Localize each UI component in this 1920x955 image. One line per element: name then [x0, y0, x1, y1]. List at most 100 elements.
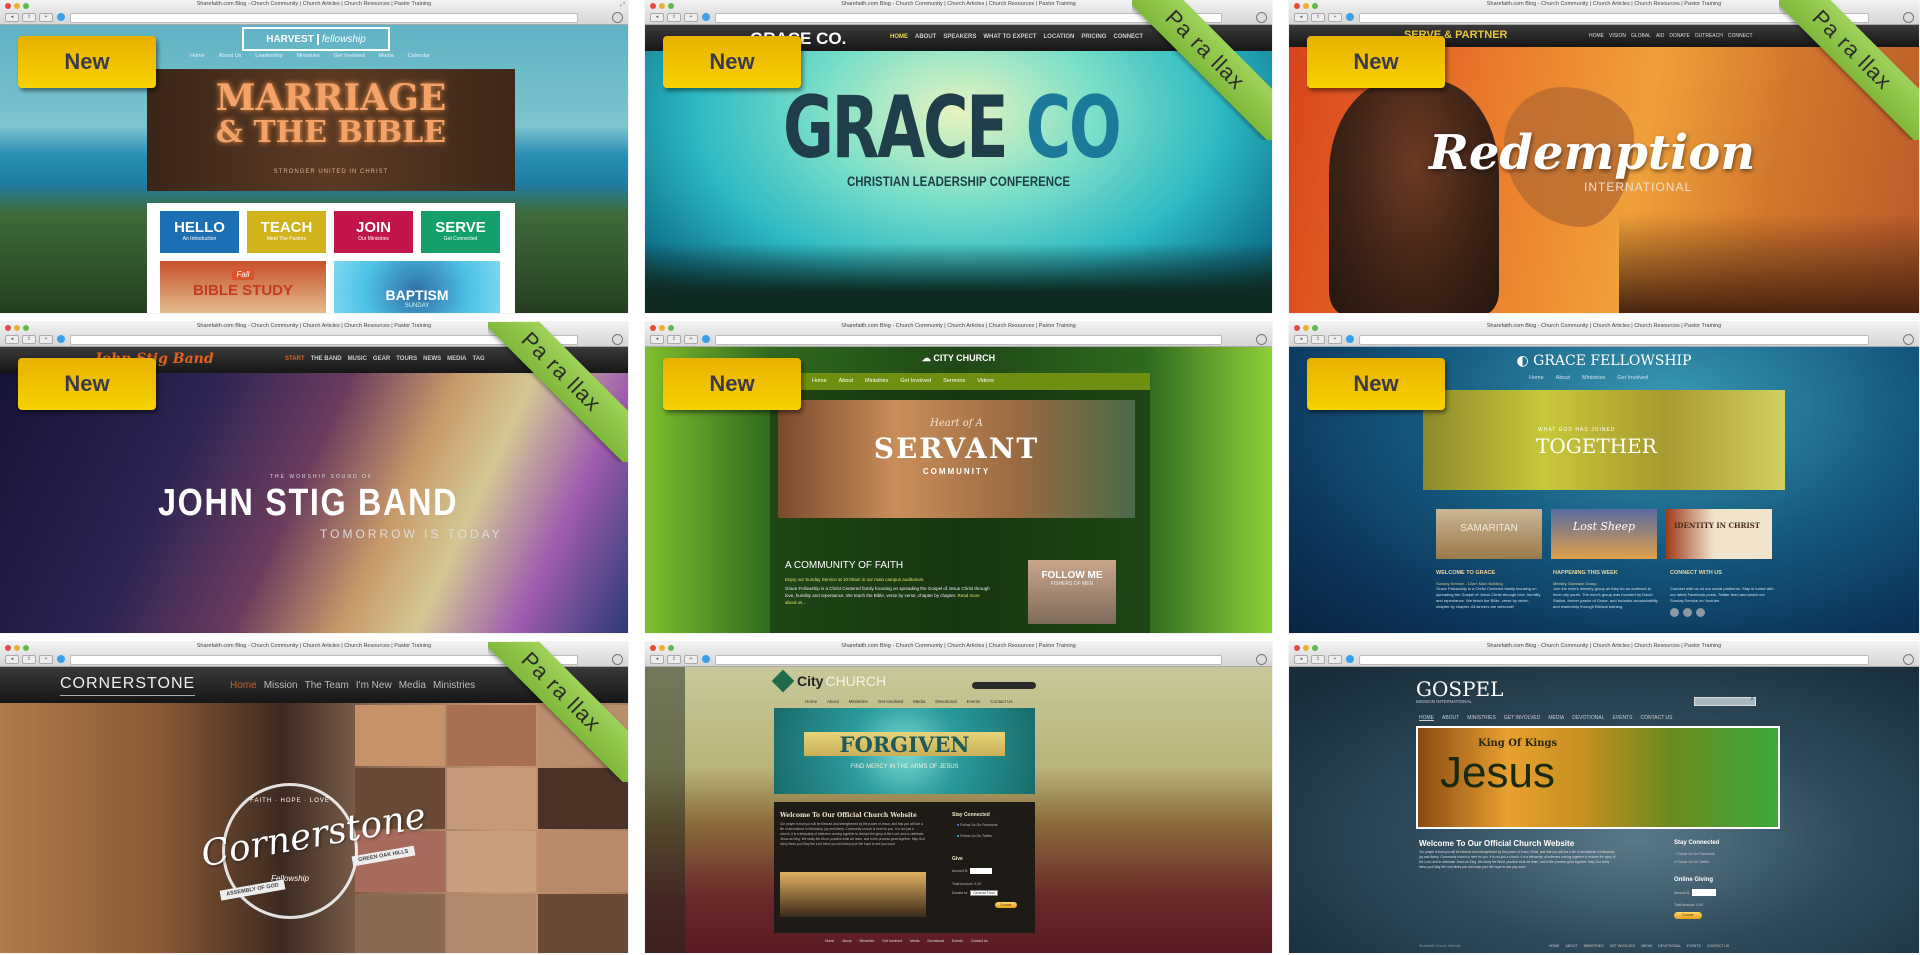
- template-tile-redemption-international[interactable]: Sharefaith.com Blog - Church Community |…: [1289, 0, 1919, 313]
- share-icon[interactable]: ⇪: [22, 655, 36, 664]
- add-icon[interactable]: +: [39, 335, 53, 344]
- template-tile-grace-fellowship[interactable]: Sharefaith.com Blog - Church Community |…: [1289, 322, 1919, 633]
- fullscreen-icon[interactable]: ⤢: [620, 2, 625, 9]
- promo-bible-study[interactable]: Fall BIBLE STUDY: [160, 261, 326, 313]
- nav-item: Get Involved: [877, 699, 904, 704]
- favicon-icon: [57, 655, 65, 663]
- box-serve[interactable]: SERVE Get Connected: [421, 211, 500, 253]
- donate-to-select[interactable]: General Fund: [970, 890, 998, 896]
- footer-link[interactable]: HOME: [1549, 944, 1560, 948]
- add-icon[interactable]: +: [39, 13, 53, 22]
- footer-link[interactable]: Events: [952, 939, 963, 943]
- nav-item: LOCATION: [1043, 34, 1075, 40]
- donate-button[interactable]: Donate: [995, 902, 1017, 908]
- box-teach[interactable]: TEACH Meet The Pastors: [247, 211, 326, 253]
- add-icon[interactable]: +: [684, 335, 698, 344]
- video-thumbnail[interactable]: [780, 872, 926, 917]
- back-icon[interactable]: ◂: [5, 655, 19, 664]
- card-samaritan[interactable]: SAMARITAN: [1436, 509, 1542, 559]
- share-icon[interactable]: ⇪: [22, 335, 36, 344]
- template-tile-john-stig-band[interactable]: Sharefaith.com Blog - Church Community |…: [0, 322, 628, 633]
- footer-link[interactable]: Get Involved: [882, 939, 902, 943]
- share-icon[interactable]: ⇪: [1311, 335, 1325, 344]
- card-lost-sheep[interactable]: Lost Sheep: [1551, 509, 1657, 559]
- back-icon[interactable]: ◂: [650, 13, 664, 22]
- address-bar[interactable]: [715, 655, 1222, 665]
- site-logo: GOSPEL: [1416, 677, 1504, 701]
- back-icon[interactable]: ◂: [5, 13, 19, 22]
- back-icon[interactable]: ◂: [650, 335, 664, 344]
- twitter-link[interactable]: ■ Follow Us On Twitter: [957, 834, 992, 838]
- add-icon[interactable]: +: [39, 655, 53, 664]
- hero-banner: King Of Kings Jesus: [1416, 726, 1780, 829]
- box-hello[interactable]: HELLO An Introduction: [160, 211, 239, 253]
- gear-icon[interactable]: [1256, 654, 1267, 665]
- template-tile-cornerstone[interactable]: Sharefaith.com Blog - Church Community |…: [0, 642, 628, 953]
- amount-input[interactable]: [969, 868, 992, 874]
- donate-button[interactable]: Donate: [1674, 912, 1702, 919]
- promo-follow-me[interactable]: FOLLOW ME FISHERS OF MEN: [1028, 560, 1116, 624]
- search-input[interactable]: [972, 682, 1036, 689]
- template-tile-city-church-green[interactable]: Sharefaith.com Blog - Church Community |…: [645, 322, 1272, 633]
- gear-icon[interactable]: [1256, 334, 1267, 345]
- footer-link[interactable]: Devotional: [927, 939, 944, 943]
- add-icon[interactable]: +: [1328, 655, 1342, 664]
- footer-link[interactable]: MINISTRIES: [1584, 944, 1604, 948]
- promo-baptism[interactable]: BAPTISM SUNDAY: [334, 261, 500, 313]
- twitter-icon[interactable]: [1683, 608, 1692, 617]
- share-icon[interactable]: ⇪: [1311, 13, 1325, 22]
- back-icon[interactable]: ◂: [1294, 335, 1308, 344]
- back-icon[interactable]: ◂: [650, 655, 664, 664]
- footer-link[interactable]: GET INVOLVED: [1610, 944, 1636, 948]
- footer-link[interactable]: MEDIA: [1641, 944, 1652, 948]
- box-join[interactable]: JOIN Our Ministries: [334, 211, 413, 253]
- give-title: Give: [952, 856, 963, 862]
- add-icon[interactable]: +: [684, 655, 698, 664]
- share-icon[interactable]: ⇪: [1311, 655, 1325, 664]
- address-bar[interactable]: [715, 335, 1222, 345]
- footer-link[interactable]: Contact Us: [971, 939, 988, 943]
- address-bar[interactable]: [1359, 335, 1869, 345]
- back-icon[interactable]: ◂: [1294, 13, 1308, 22]
- facebook-link[interactable]: ■ Follow Us On Facebook: [1674, 852, 1714, 856]
- nav-item: Home: [190, 53, 205, 59]
- search-icon: ⌕: [1750, 696, 1754, 702]
- footer-link[interactable]: CONTACT US: [1707, 944, 1729, 948]
- facebook-icon[interactable]: [1696, 608, 1705, 617]
- share-icon[interactable]: ⇪: [667, 655, 681, 664]
- address-bar[interactable]: [70, 13, 578, 23]
- share-icon[interactable]: ⇪: [667, 13, 681, 22]
- footer-link[interactable]: About: [842, 939, 851, 943]
- youtube-icon[interactable]: [1670, 608, 1679, 617]
- add-icon[interactable]: +: [684, 13, 698, 22]
- search-input[interactable]: ⌕: [1694, 696, 1756, 706]
- back-icon[interactable]: ◂: [1294, 655, 1308, 664]
- footer-link[interactable]: Home: [825, 939, 834, 943]
- nav-item: Calendar: [407, 53, 430, 59]
- footer-link[interactable]: ABOUT: [1566, 944, 1578, 948]
- footer-link[interactable]: Media: [910, 939, 920, 943]
- template-tile-gospel-mission[interactable]: Sharefaith.com Blog - Church Community |…: [1289, 642, 1919, 953]
- add-icon[interactable]: +: [1328, 335, 1342, 344]
- add-icon[interactable]: +: [1328, 13, 1342, 22]
- template-tile-harvest-fellowship[interactable]: Sharefaith.com Blog - Church Community |…: [0, 0, 628, 313]
- card-identity-in-christ[interactable]: IDENTITY IN CHRIST: [1666, 509, 1772, 559]
- template-tile-city-church-forgiven[interactable]: Sharefaith.com Blog - Church Community |…: [645, 642, 1272, 953]
- parallax-ribbon: Pa ra llax: [1132, 0, 1272, 140]
- gear-icon[interactable]: [612, 12, 623, 23]
- back-icon[interactable]: ◂: [5, 335, 19, 344]
- facebook-link[interactable]: ■ Follow Us On Facebook: [957, 823, 997, 827]
- share-icon[interactable]: ⇪: [22, 13, 36, 22]
- twitter-link[interactable]: ■ Follow Us On Twitter: [1674, 860, 1709, 864]
- address-bar[interactable]: [1359, 655, 1869, 665]
- window-title: Sharefaith.com Blog - Church Community |…: [1486, 323, 1722, 329]
- amount-input[interactable]: [1691, 889, 1716, 896]
- gear-icon[interactable]: [1903, 334, 1914, 345]
- footer-link[interactable]: DEVOTIONAL: [1658, 944, 1681, 948]
- footer-link[interactable]: Ministries: [860, 939, 875, 943]
- footer-link[interactable]: EVENTS: [1687, 944, 1701, 948]
- share-icon[interactable]: ⇪: [667, 335, 681, 344]
- gear-icon[interactable]: [1903, 654, 1914, 665]
- template-tile-grace-co[interactable]: Sharefaith.com Blog - Church Community |…: [645, 0, 1272, 313]
- site-nav: Home About Us Leadership Ministries Get Invo…: [190, 53, 430, 59]
